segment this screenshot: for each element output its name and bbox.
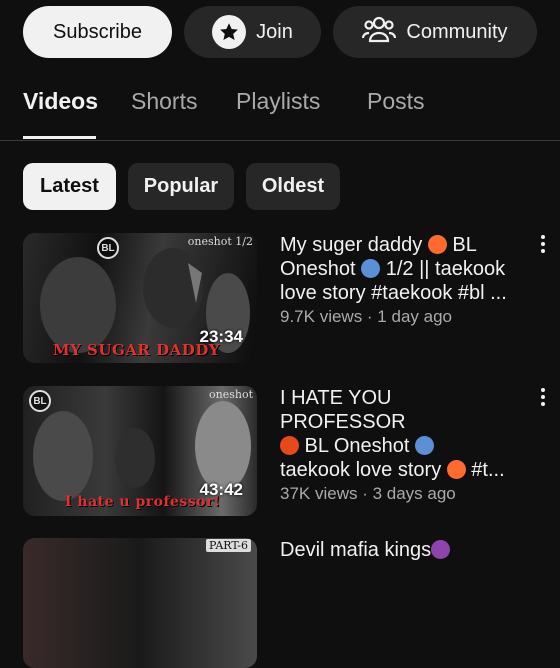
more-options-icon[interactable] [538,235,548,253]
video-item[interactable]: PART-6 Devil mafia kings [23,538,560,668]
thumbnail-tag: oneshot 1/2 [187,235,253,248]
tab-videos[interactable]: Videos [23,88,98,115]
bl-badge: BL [97,237,119,259]
star-icon [212,15,247,49]
community-icon [362,14,397,50]
video-info: My suger daddy BL Oneshot 1/2 || taekook… [280,233,520,327]
devil-emoji-icon [431,540,451,559]
community-label: Community [406,20,508,43]
subscribe-label: Subscribe [53,20,142,43]
angry-face-emoji-icon [280,436,299,455]
title-part: Devil mafia kings [280,539,432,561]
tab-playlists[interactable]: Playlists [236,88,320,115]
subscribe-button[interactable]: Subscribe [23,6,172,58]
title-part: My suger daddy [280,234,428,256]
video-title[interactable]: Devil mafia kings [280,538,520,562]
channel-tabs: Videos Shorts Playlists Posts [0,88,560,141]
title-part: I HATE YOU PROFESSOR [280,387,406,433]
title-part: BL [446,234,477,256]
thumbnail-image [23,538,257,668]
chip-popular[interactable]: Popular [128,163,234,210]
hot-face-emoji-icon [427,235,447,254]
video-meta: 9.7K views · 1 day ago [280,307,452,326]
title-part: 1/2 || taekook [380,258,506,280]
video-duration: 43:42 [199,480,243,499]
community-button[interactable]: Community [333,6,537,58]
thumbnail-tag: oneshot [209,388,253,401]
title-part: #t... [465,459,505,481]
channel-actions: Subscribe Join Community [23,6,537,58]
thumbnail-overlay-text: MY SUGAR DADDY [53,341,220,359]
video-title[interactable]: I HATE YOU PROFESSOR BL Oneshot taekook … [280,386,520,482]
chip-latest[interactable]: Latest [23,163,116,210]
video-duration: 23:34 [199,327,243,346]
video-item[interactable]: BL oneshot I hate u professor! 43:42 I H… [23,386,560,521]
title-part: BL Oneshot [299,435,415,457]
title-part: Oneshot [280,258,362,280]
video-thumbnail[interactable]: BL oneshot 1/2 MY SUGAR DADDY 23:34 [23,233,257,363]
video-info: Devil mafia kings [280,538,520,562]
tab-shorts[interactable]: Shorts [131,88,197,115]
video-item[interactable]: BL oneshot 1/2 MY SUGAR DADDY 23:34 My s… [23,233,560,368]
more-options-icon[interactable] [538,388,548,406]
join-button[interactable]: Join [184,6,321,58]
moon-face-emoji-icon [415,436,434,455]
active-tab-indicator [23,136,96,139]
join-label: Join [256,20,293,43]
video-title[interactable]: My suger daddy BL Oneshot 1/2 || taekook… [280,233,520,305]
thumbnail-overlay-text: I hate u professor! [65,494,221,510]
video-info: I HATE YOU PROFESSOR BL Oneshot taekook … [280,386,520,504]
chip-oldest[interactable]: Oldest [246,163,340,210]
thumbnail-tag: PART-6 [205,539,251,552]
title-part: taekook love story [280,459,447,481]
video-meta: 37K views · 3 days ago [280,484,456,503]
bl-badge: BL [29,390,51,412]
video-thumbnail[interactable]: PART-6 [23,538,257,668]
tab-posts[interactable]: Posts [367,88,425,115]
title-part: love story #taekook #bl ... [280,282,507,304]
hot-face-emoji-icon [446,460,466,479]
sort-chips: Latest Popular Oldest [23,163,340,210]
video-thumbnail[interactable]: BL oneshot I hate u professor! 43:42 [23,386,257,516]
moon-face-emoji-icon [361,259,381,278]
